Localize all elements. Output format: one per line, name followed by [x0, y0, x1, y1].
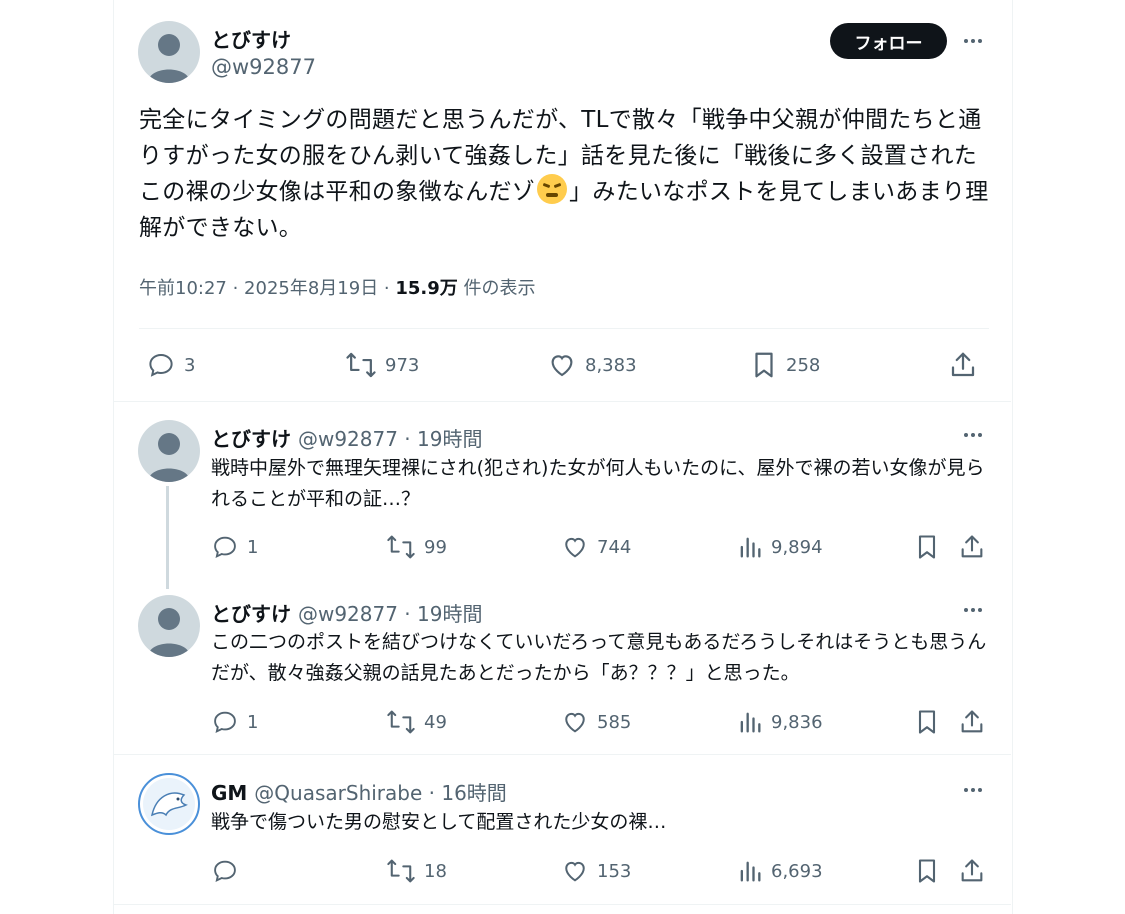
divider: [139, 328, 989, 329]
share-button[interactable]: [948, 350, 978, 380]
retweet-icon: [387, 859, 415, 883]
share-button[interactable]: [958, 708, 986, 736]
reply-header: とびすけ @w92877 · 19時間: [211, 423, 482, 452]
tweet-meta: 午前10:27 · 2025年8月19日 · 15.9万 件の表示: [139, 278, 536, 299]
author-handle-time[interactable]: @w92877 · 19時間: [298, 427, 483, 451]
views-button[interactable]: 9,836: [737, 708, 823, 736]
divider: [113, 754, 1011, 755]
more-options-icon[interactable]: [958, 31, 988, 51]
author-name[interactable]: とびすけ: [211, 602, 291, 626]
author-handle-time[interactable]: @QuasarShirabe · 16時間: [254, 781, 507, 805]
analytics-icon: [740, 861, 761, 882]
reply-button[interactable]: 3: [146, 350, 195, 380]
more-options-icon[interactable]: [958, 600, 988, 620]
divider: [113, 904, 1011, 905]
author-name[interactable]: とびすけ: [211, 24, 291, 53]
heart-icon: [565, 537, 585, 558]
analytics-icon: [740, 537, 761, 558]
retweet-icon: [387, 535, 415, 559]
heart-icon: [565, 861, 585, 882]
like-button[interactable]: 153: [561, 857, 631, 885]
reply-button[interactable]: [211, 857, 247, 885]
view-count: 15.9万: [395, 278, 458, 299]
share-button[interactable]: [958, 857, 986, 885]
avatar-default[interactable]: [138, 420, 200, 482]
divider: [113, 401, 1011, 402]
share-icon: [951, 352, 975, 377]
face-with-steam-from-nose-icon: [537, 174, 568, 204]
reply-icon: [214, 536, 236, 558]
reply-text: 戦争で傷ついた男の慰安として配置された少女の裸…: [211, 811, 667, 833]
like-button[interactable]: 585: [561, 708, 631, 736]
heart-icon: [551, 355, 573, 377]
reply-header: とびすけ @w92877 · 19時間: [211, 598, 482, 627]
bookmark-button[interactable]: [914, 533, 940, 561]
share-icon: [961, 710, 983, 733]
more-options-icon[interactable]: [958, 425, 988, 445]
author-handle[interactable]: @w92877: [211, 55, 316, 79]
follow-button[interactable]: フォロー: [830, 23, 947, 59]
views-button[interactable]: 6,693: [737, 857, 823, 885]
author-handle-time[interactable]: @w92877 · 19時間: [298, 602, 483, 626]
author-name[interactable]: GM: [211, 781, 247, 805]
retweet-icon: [346, 352, 376, 378]
reply-text: 戦時中屋外で無理矢理裸にされ(犯され)た女が何人もいたのに、屋外で裸の若い女像が…: [211, 457, 985, 510]
retweet-button[interactable]: 99: [386, 533, 447, 561]
share-icon: [961, 535, 983, 558]
reply-button[interactable]: 1: [211, 533, 258, 561]
retweet-button[interactable]: 18: [386, 857, 447, 885]
bookmark-button[interactable]: [914, 857, 940, 885]
share-icon: [961, 859, 983, 882]
reply-icon: [214, 860, 236, 882]
thread-connector: [166, 486, 169, 589]
heart-icon: [565, 712, 585, 733]
bookmark-button[interactable]: [914, 708, 940, 736]
views-button[interactable]: 9,894: [737, 533, 823, 561]
tweet-text: 完全にタイミングの問題だと思うんだが、TLで散々「戦争中父親が仲間たちと通りすが…: [139, 107, 989, 241]
reply-header: GM @QuasarShirabe · 16時間: [211, 777, 507, 806]
retweet-button[interactable]: 973: [345, 350, 419, 380]
retweet-button[interactable]: 49: [386, 708, 447, 736]
bookmark-button[interactable]: 258: [750, 350, 820, 380]
avatar-default[interactable]: [138, 595, 200, 657]
share-button[interactable]: [958, 533, 986, 561]
author-name[interactable]: とびすけ: [211, 427, 291, 451]
tweet-timestamp[interactable]: 午前10:27 · 2025年8月19日 ·: [139, 278, 395, 299]
retweet-icon: [387, 710, 415, 734]
analytics-icon: [740, 712, 761, 733]
reply-button[interactable]: 1: [211, 708, 258, 736]
bookmark-icon: [918, 710, 936, 734]
avatar-dolphin[interactable]: [138, 773, 200, 835]
reply-icon: [149, 353, 173, 377]
like-button[interactable]: 8,383: [547, 350, 637, 380]
bookmark-icon: [918, 859, 936, 883]
bookmark-icon: [918, 535, 936, 559]
more-options-icon[interactable]: [958, 780, 988, 800]
like-button[interactable]: 744: [561, 533, 631, 561]
reply-icon: [214, 711, 236, 733]
avatar-default[interactable]: [138, 21, 200, 83]
reply-text: この二つのポストを結びつけなくていいだろって意見もあるだろうしそれはそうとも思う…: [211, 631, 987, 684]
bookmark-icon: [755, 352, 773, 378]
